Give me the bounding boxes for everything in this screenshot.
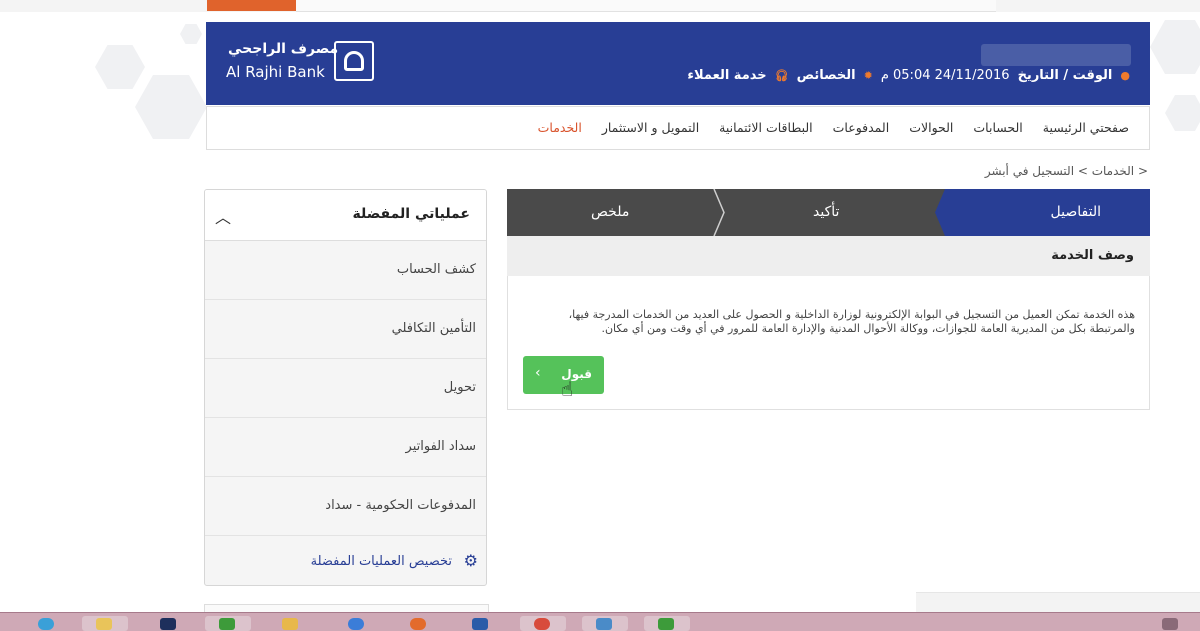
service-description-title: وصف الخدمة — [1051, 248, 1134, 263]
step-details-active — [935, 189, 1150, 236]
nav-item-transfers[interactable]: الحوالات — [899, 120, 963, 135]
background-hexagon — [1165, 95, 1200, 131]
gear-icon: ✹ — [863, 69, 873, 82]
features-link[interactable]: الخصائص — [797, 68, 856, 83]
nav-item-finance-investment[interactable]: التمويل و الاستثمار — [592, 120, 709, 135]
browser-top-strip — [0, 0, 1200, 12]
progress-steps: ملخص تأكيد التفاصيل — [507, 189, 1150, 236]
windows-taskbar — [0, 612, 1200, 631]
background-hexagon — [180, 24, 202, 44]
chevron-up-icon[interactable]: ︿ — [215, 204, 231, 228]
brand-name-arabic: مصرف الراجحي — [228, 41, 339, 57]
taskbar-globe-icon[interactable] — [334, 616, 380, 631]
nav-item-accounts[interactable]: الحسابات — [963, 120, 1032, 135]
nav-item-credit-cards[interactable]: البطاقات الائتمانية — [709, 120, 822, 135]
taskbar-word-icon[interactable] — [458, 616, 504, 631]
taskbar-network-icon[interactable] — [582, 616, 628, 631]
background-hexagon — [1150, 20, 1200, 74]
service-description-text: هذه الخدمة تمكن العميل من التسجيل في الب… — [568, 308, 1135, 335]
user-name-blurred — [981, 44, 1131, 66]
background-hexagon — [95, 45, 145, 89]
taskbar-chrome-icon[interactable] — [520, 616, 566, 631]
nav-item-payments[interactable]: المدفوعات — [823, 120, 900, 135]
sidebar-item-label: المدفوعات الحكومية - سداد — [325, 498, 476, 513]
favorites-header[interactable]: عملياتي المفضلة ︿ — [205, 190, 486, 241]
taskbar-app-icon[interactable] — [644, 616, 690, 631]
sidebar-item-label: تحويل — [443, 380, 476, 395]
step-confirm: تأكيد — [813, 204, 840, 220]
customize-favorites-label: تخصيص العمليات المفضلة — [310, 554, 452, 569]
customize-favorites-link[interactable]: تخصيص العمليات المفضلة ⚙ — [205, 536, 486, 585]
nav-item-services[interactable]: الخدمات — [528, 120, 592, 135]
top-accent-tab — [207, 0, 296, 11]
step-summary: ملخص — [591, 204, 630, 220]
taskbar-firefox-icon[interactable] — [396, 616, 442, 631]
bank-logo-icon[interactable] — [334, 41, 374, 81]
favorites-sidebar: عملياتي المفضلة ︿ كشف الحساب التأمين الت… — [204, 189, 487, 586]
step-details: التفاصيل — [1050, 204, 1101, 220]
sidebar-item-label: التأمين التكافلي — [391, 321, 476, 336]
time-label: الوقت / التاريخ — [1017, 68, 1113, 83]
datetime-value: 24/11/2016 05:04 م — [880, 68, 1010, 83]
sidebar-item-account-statement[interactable]: كشف الحساب — [205, 241, 486, 300]
site-header: مصرف الراجحي Al Rajhi Bank ● الوقت / الت… — [206, 22, 1150, 105]
sidebar-item-label: سداد الفواتير — [405, 439, 476, 454]
taskbar-pencil-icon[interactable] — [268, 616, 314, 631]
top-tab-line — [296, 0, 996, 12]
breadcrumb[interactable]: < الخدمات > التسجيل في أبشر — [985, 164, 1148, 178]
taskbar-photoshop-icon[interactable] — [146, 616, 192, 631]
gear-icon: ⚙ — [463, 551, 478, 570]
taskbar-explorer-icon[interactable] — [82, 616, 128, 631]
sidebar-item-label: كشف الحساب — [396, 262, 476, 277]
taskbar-camtasia-icon[interactable] — [205, 616, 251, 631]
step-separator-icon — [713, 189, 725, 236]
hand-cursor-icon: ☝ — [561, 377, 574, 401]
clock-icon: ● — [1120, 69, 1130, 82]
customer-service-link[interactable]: خدمة العملاء — [687, 68, 766, 83]
main-navigation: صفحتي الرئيسية الحسابات الحوالات المدفوع… — [206, 106, 1150, 150]
taskbar-tray-icon[interactable] — [1148, 616, 1194, 631]
sidebar-item-takaful-insurance[interactable]: التأمين التكافلي — [205, 300, 486, 359]
chevron-left-icon: ‹ — [535, 365, 541, 381]
service-description-header: وصف الخدمة — [507, 236, 1150, 277]
bottom-right-card — [916, 592, 1200, 613]
headset-icon: 🎧︎ — [774, 69, 789, 82]
favorites-title: عملياتي المفضلة — [352, 206, 470, 222]
sidebar-item-bill-payment[interactable]: سداد الفواتير — [205, 418, 486, 477]
background-hexagon — [135, 75, 207, 139]
start-button[interactable] — [24, 616, 70, 631]
brand-name-english: Al Rajhi Bank — [226, 63, 325, 81]
sidebar-item-transfer[interactable]: تحويل — [205, 359, 486, 418]
header-info-bar: ● الوقت / التاريخ 24/11/2016 05:04 م ✹ ا… — [687, 68, 1130, 83]
nav-item-home[interactable]: صفحتي الرئيسية — [1033, 120, 1139, 135]
sidebar-item-government-payments[interactable]: المدفوعات الحكومية - سداد — [205, 477, 486, 536]
